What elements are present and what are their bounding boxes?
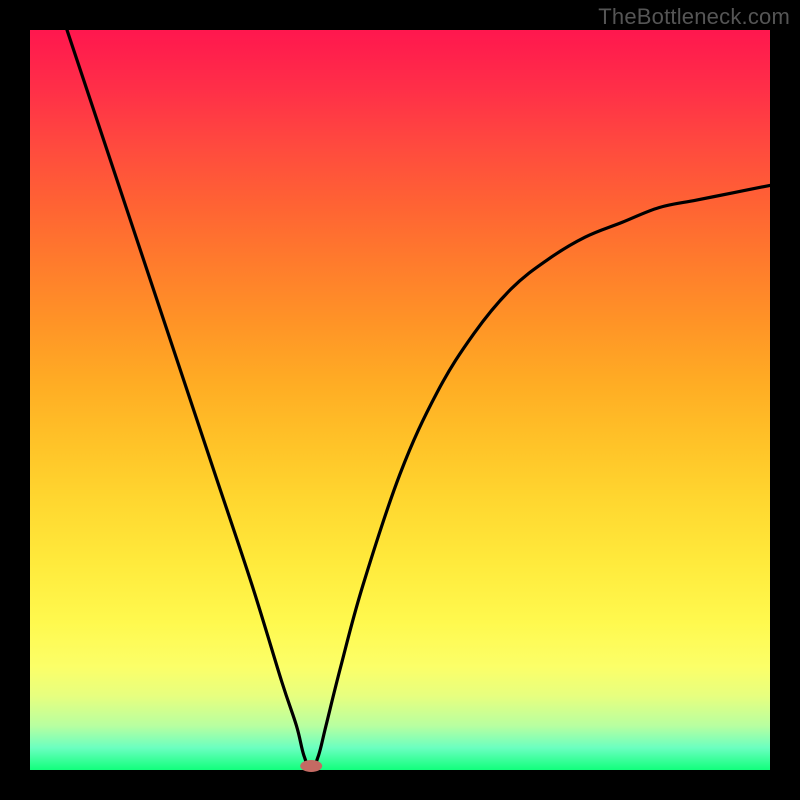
chart-frame: TheBottleneck.com — [0, 0, 800, 800]
attribution-text: TheBottleneck.com — [598, 4, 790, 30]
chart-svg — [30, 30, 770, 770]
plot-area — [30, 30, 770, 770]
bottleneck-curve — [67, 30, 770, 770]
notch-marker — [300, 760, 322, 772]
